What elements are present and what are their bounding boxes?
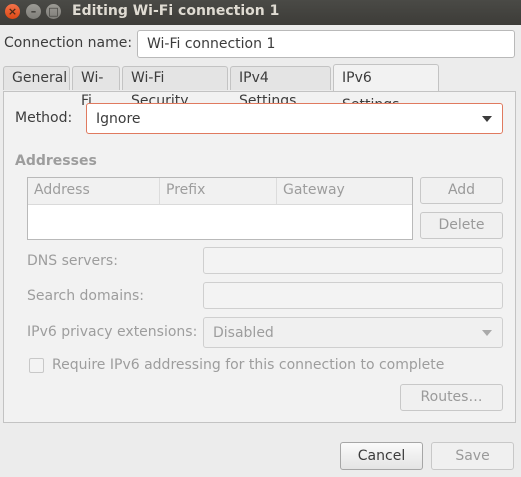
tab-wifi-security[interactable]: Wi-Fi Security [122,66,228,109]
minimize-window-button[interactable]: – [26,4,41,19]
tab-general-label: General [12,70,68,86]
save-label: Save [455,448,490,464]
method-dropdown[interactable]: Ignore [86,103,503,134]
maximize-window-button[interactable]: □ [46,4,61,19]
column-header-address: Address [28,178,160,204]
add-address-button[interactable]: Add [420,177,503,204]
save-button[interactable]: Save [431,442,514,470]
routes-label: Routes… [420,389,483,405]
ipv6-privacy-label: IPv6 privacy extensions: [27,324,198,340]
ipv6-privacy-value: Disabled [213,324,274,341]
chevron-down-icon [482,329,492,336]
window-title: Editing Wi-Fi connection 1 [72,3,280,19]
tab-wifi[interactable]: Wi-Fi [72,66,120,109]
addresses-table-header: Address Prefix Gateway [28,178,412,205]
search-domains-field[interactable] [203,282,503,309]
close-icon: × [7,5,18,18]
connection-name-value: Wi-Fi connection 1 [147,36,276,52]
delete-address-label: Delete [438,217,485,233]
add-address-label: Add [447,182,476,198]
addresses-table: Address Prefix Gateway [27,177,413,240]
delete-address-button[interactable]: Delete [420,212,503,239]
column-header-prefix: Prefix [160,178,277,204]
maximize-icon: □ [48,5,59,18]
routes-button[interactable]: Routes… [400,384,503,411]
title-bar: × – □ Editing Wi-Fi connection 1 [0,0,521,25]
cancel-label: Cancel [357,448,406,464]
require-ipv6-label: Require IPv6 addressing for this connect… [52,357,445,373]
connection-name-field[interactable]: Wi-Fi connection 1 [137,30,515,58]
ipv6-privacy-dropdown[interactable]: Disabled [203,317,503,348]
dns-servers-field[interactable] [203,247,503,274]
require-ipv6-checkbox[interactable] [29,358,44,373]
tab-ipv4-settings[interactable]: IPv4 Settings [230,66,331,109]
connection-name-label: Connection name: [4,35,133,51]
column-header-gateway: Gateway [283,182,345,198]
search-domains-label: Search domains: [27,288,144,304]
chevron-down-icon [482,115,492,122]
method-label: Method: [15,110,73,126]
tab-general[interactable]: General [3,66,70,90]
close-window-button[interactable]: × [5,4,20,19]
addresses-heading: Addresses [15,153,97,169]
tab-ipv6-settings[interactable]: IPv6 Settings [333,64,439,113]
cancel-button[interactable]: Cancel [340,442,423,470]
method-value: Ignore [96,110,141,127]
dns-servers-label: DNS servers: [27,253,118,269]
minimize-icon: – [30,5,37,18]
